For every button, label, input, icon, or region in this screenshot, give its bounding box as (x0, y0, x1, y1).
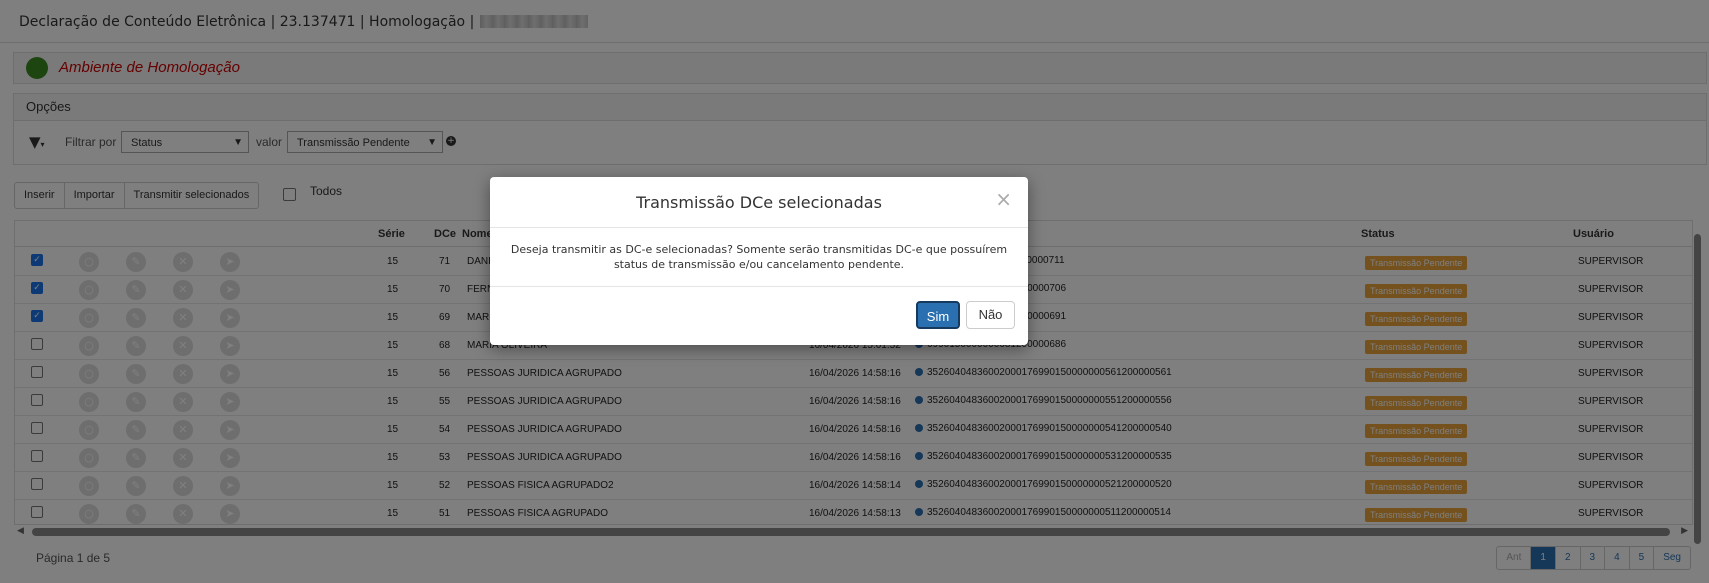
dialog-footer: Sim Não (490, 287, 1028, 345)
dialog-message-line1: Deseja transmitir as DC-e selecionadas? … (510, 243, 1008, 256)
cancel-button[interactable]: Não (966, 301, 1015, 329)
dialog-message-line2: status de transmissão e/ou cancelamento … (613, 258, 905, 271)
transmit-dialog: Transmissão DCe selecionadas × Deseja tr… (490, 177, 1028, 345)
dialog-body: Deseja transmitir as DC-e selecionadas? … (490, 228, 1028, 287)
confirm-button[interactable]: Sim (916, 301, 960, 329)
close-icon[interactable]: × (995, 187, 1012, 211)
dialog-title: Transmissão DCe selecionadas (636, 193, 882, 212)
dialog-header: Transmissão DCe selecionadas × (490, 177, 1028, 228)
